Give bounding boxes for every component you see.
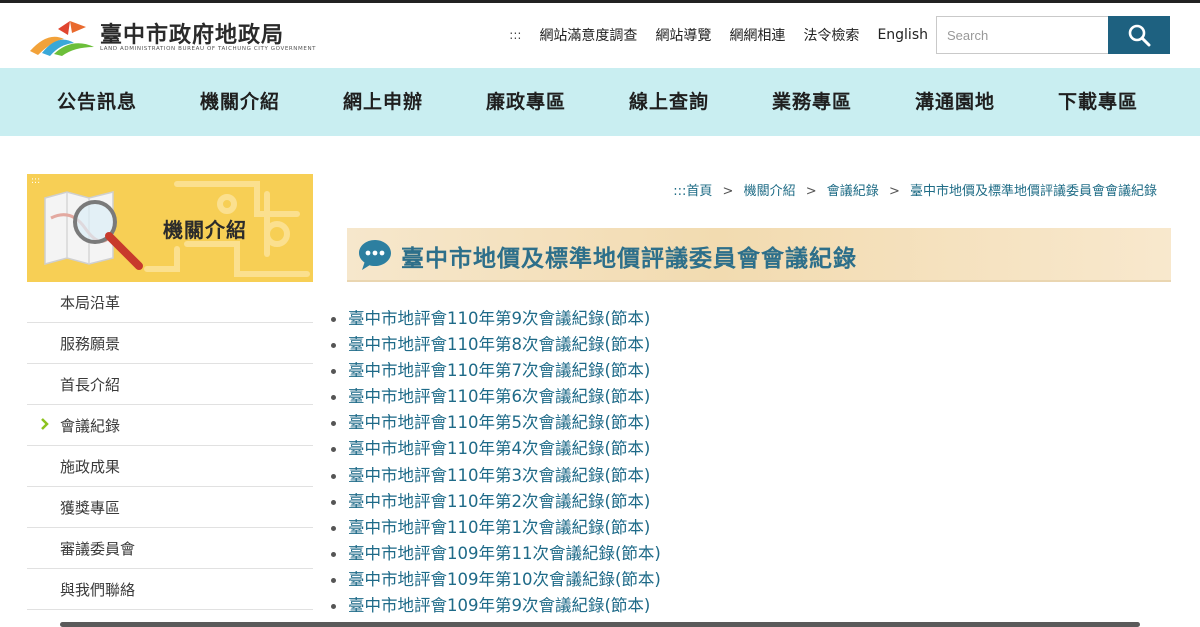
breadcrumb-about[interactable]: 機關介紹 xyxy=(744,184,796,199)
sidebar-item-director[interactable]: 首長介紹 xyxy=(27,364,313,405)
logo-subtitle: LAND ADMINISTRATION BUREAU OF TAICHUNG C… xyxy=(100,46,317,52)
sidebar-item-achievements[interactable]: 施政成果 xyxy=(27,446,313,487)
logo-mark-icon xyxy=(30,21,94,56)
link-english[interactable]: English xyxy=(877,27,928,43)
list-item[interactable]: 臺中市地評會109年第10次會議紀錄(節本) xyxy=(330,567,661,593)
page-title: 臺中市地價及標準地價評議委員會會議紀錄 xyxy=(401,246,857,272)
nav-item-business[interactable]: 業務專區 xyxy=(772,68,852,136)
sidebar-banner: ::: 機關介紹 xyxy=(27,174,313,282)
breadcrumb-separator: > xyxy=(805,184,817,199)
list-item[interactable]: 臺中市地評會110年第7次會議紀錄(節本) xyxy=(330,358,661,384)
breadcrumb: :::首頁 > 機關介紹 > 會議紀錄 > 臺中市地價及標準地價評議委員會會議紀… xyxy=(673,180,1157,199)
breadcrumb-current[interactable]: 臺中市地價及標準地價評議委員會會議紀錄 xyxy=(910,184,1157,199)
site-logo[interactable]: 臺中市政府地政局 LAND ADMINISTRATION BUREAU OF T… xyxy=(28,15,316,59)
sidebar-item-vision[interactable]: 服務願景 xyxy=(27,323,313,364)
nav-item-online-application[interactable]: 網上申辦 xyxy=(343,68,423,136)
link-related-sites[interactable]: 網網相連 xyxy=(729,25,785,45)
sidebar-item-review-committee[interactable]: 審議委員會 xyxy=(27,528,313,569)
list-item[interactable]: 臺中市地評會110年第5次會議紀錄(節本) xyxy=(330,410,661,436)
banner-title: 機關介紹 xyxy=(163,218,247,242)
list-item[interactable]: 臺中市地評會110年第1次會議紀錄(節本) xyxy=(330,515,661,541)
search-box xyxy=(936,16,1170,54)
speech-bubble-icon xyxy=(359,240,391,270)
list-item[interactable]: 臺中市地評會109年第9次會議紀錄(節本) xyxy=(330,593,661,619)
meeting-records-list: 臺中市地評會110年第9次會議紀錄(節本) 臺中市地評會110年第8次會議紀錄(… xyxy=(330,306,661,619)
logo-title: 臺中市政府地政局 xyxy=(100,22,285,48)
list-item[interactable]: 臺中市地評會110年第3次會議紀錄(節本) xyxy=(330,463,661,489)
link-sitemap[interactable]: 網站導覽 xyxy=(655,25,711,45)
sidebar-item-awards[interactable]: 獲獎專區 xyxy=(27,487,313,528)
main-nav: 公告訊息 機關介紹 網上申辦 廉政專區 線上查詢 業務專區 溝通園地 下載專區 xyxy=(0,68,1200,136)
sidebar-item-label: 服務願景 xyxy=(60,335,121,353)
utility-links: ::: 網站滿意度調查 網站導覽 網網相連 法令檢索 English xyxy=(509,25,928,45)
list-item[interactable]: 臺中市地評會110年第6次會議紀錄(節本) xyxy=(330,384,661,410)
sidebar-item-label: 會議紀錄 xyxy=(60,417,121,435)
search-button[interactable] xyxy=(1108,16,1170,54)
accesskey-top[interactable]: ::: xyxy=(509,28,521,42)
breadcrumb-separator: > xyxy=(722,184,734,199)
list-item[interactable]: 臺中市地評會110年第9次會議紀錄(節本) xyxy=(330,306,661,332)
list-item[interactable]: 臺中市地評會109年第11次會議紀錄(節本) xyxy=(330,541,661,567)
sidebar-item-meeting-records[interactable]: 會議紀錄 xyxy=(27,405,313,446)
list-item[interactable]: 臺中市地評會110年第8次會議紀錄(節本) xyxy=(330,332,661,358)
magnifier-icon xyxy=(1128,24,1151,47)
nav-item-announcements[interactable]: 公告訊息 xyxy=(57,68,137,136)
sidebar-item-history[interactable]: 本局沿革 xyxy=(27,282,313,323)
sidebar-item-label: 獲獎專區 xyxy=(60,499,121,517)
link-law-search[interactable]: 法令檢索 xyxy=(803,25,859,45)
list-item[interactable]: 臺中市地評會110年第4次會議紀錄(節本) xyxy=(330,436,661,462)
page-heading: 臺中市地價及標準地價評議委員會會議紀錄 xyxy=(347,228,1171,282)
nav-item-about[interactable]: 機關介紹 xyxy=(200,68,280,136)
list-item[interactable]: 臺中市地評會110年第2次會議紀錄(節本) xyxy=(330,489,661,515)
nav-item-integrity[interactable]: 廉政專區 xyxy=(486,68,566,136)
sidebar-item-label: 審議委員會 xyxy=(60,540,136,558)
sidebar-menu: 本局沿革 服務願景 首長介紹 會議紀錄 施政成果 獲獎專區 審議委員會 與我們聯… xyxy=(27,282,313,610)
sidebar-item-contact[interactable]: 與我們聯絡 xyxy=(27,569,313,610)
breadcrumb-separator: > xyxy=(888,184,900,199)
link-satisfaction-survey[interactable]: 網站滿意度調查 xyxy=(539,25,637,45)
sidebar-item-label: 施政成果 xyxy=(60,458,121,476)
nav-item-communication[interactable]: 溝通園地 xyxy=(915,68,995,136)
search-input[interactable] xyxy=(936,16,1108,54)
sidebar-item-label: 本局沿革 xyxy=(60,294,121,312)
nav-item-downloads[interactable]: 下載專區 xyxy=(1058,68,1138,136)
site-header: 臺中市政府地政局 LAND ADMINISTRATION BUREAU OF T… xyxy=(0,3,1200,68)
map-magnifier-icon xyxy=(44,191,143,270)
horizontal-scrollbar[interactable] xyxy=(60,622,1140,627)
breadcrumb-home[interactable]: 首頁 xyxy=(686,184,712,199)
nav-item-online-query[interactable]: 線上查詢 xyxy=(629,68,709,136)
accesskey-left[interactable]: ::: xyxy=(31,176,40,186)
accesskey-center[interactable]: ::: xyxy=(673,184,686,199)
sidebar-item-label: 與我們聯絡 xyxy=(60,581,136,599)
chevron-right-icon xyxy=(41,418,49,430)
sidebar-item-label: 首長介紹 xyxy=(60,376,121,394)
breadcrumb-meeting-records[interactable]: 會議紀錄 xyxy=(827,184,879,199)
